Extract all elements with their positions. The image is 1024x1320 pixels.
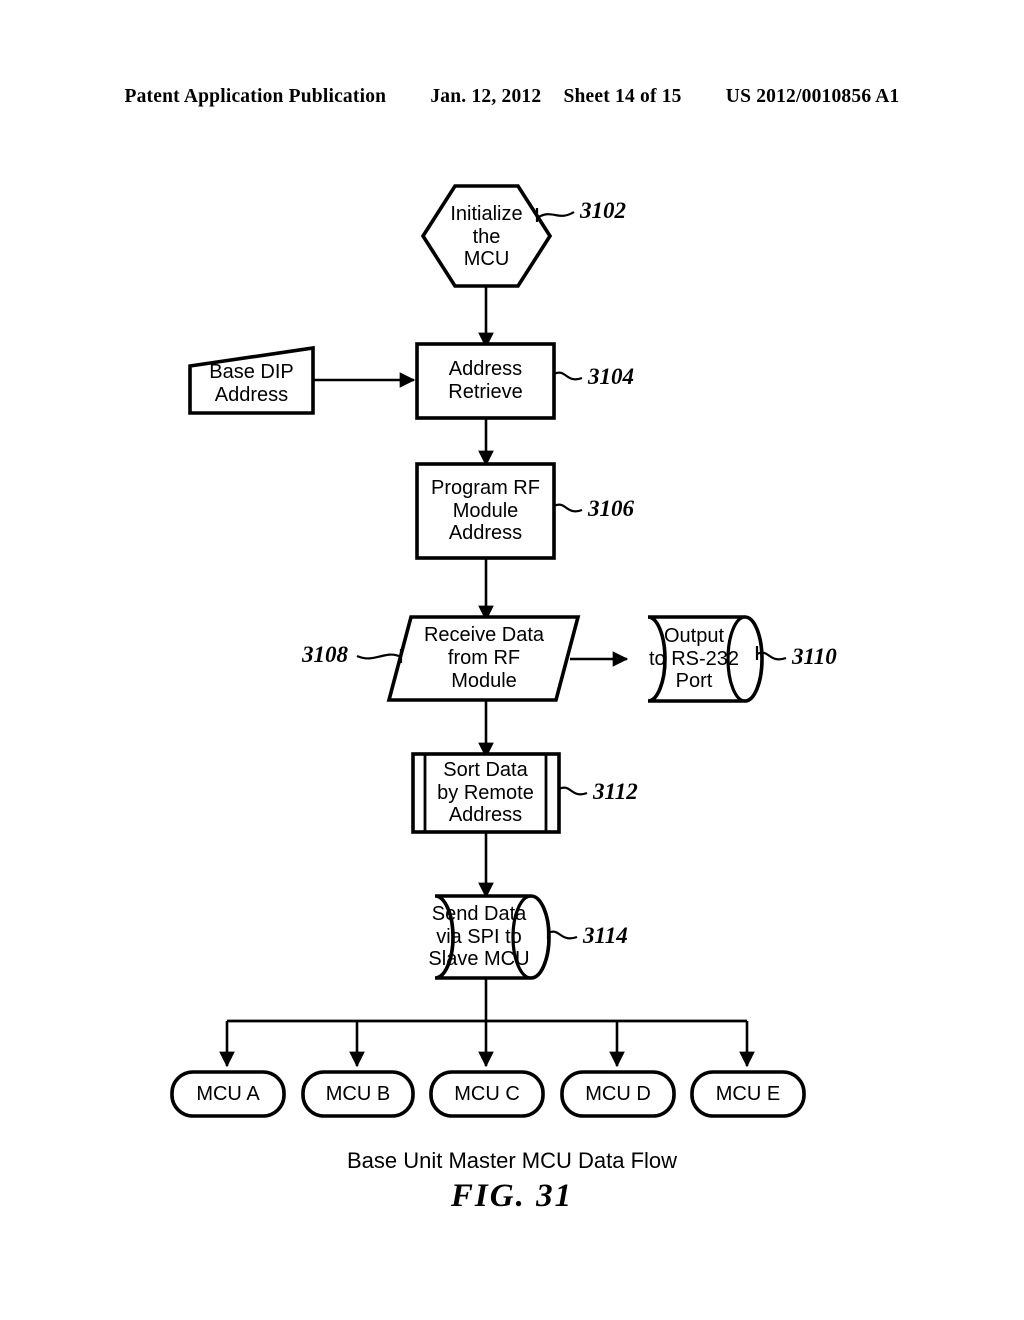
leader-line-3114 [547, 930, 578, 940]
ref-numeral-3102: 3102 [580, 198, 626, 223]
leader-line-3112 [558, 786, 588, 796]
node-shape-sort-data-by-remote-address [411, 752, 561, 834]
ref-numeral-3112: 3112 [593, 779, 638, 804]
node-shape-mcu-b [301, 1070, 415, 1118]
ref-numeral-3114: 3114 [583, 923, 628, 948]
node-shape-address-retrieve [415, 342, 556, 420]
node-shape-base-dip-address [188, 345, 315, 415]
node-shape-send-data-via-spi [434, 894, 551, 980]
ref-numeral-3104: 3104 [588, 364, 634, 389]
node-shape-output-rs232-port [647, 615, 764, 703]
node-shape-mcu-c [429, 1070, 545, 1118]
node-shape-program-rf-module-address [415, 462, 556, 560]
node-shape-mcu-e [690, 1070, 806, 1118]
figure-number-label: FIG. 31 [450, 1178, 574, 1214]
leader-line-3104 [553, 371, 583, 381]
flowchart-drawing [170, 184, 806, 1118]
node-shape-mcu-d [560, 1070, 676, 1118]
leader-line-3108 [356, 653, 402, 660]
node-shape-initialize [420, 184, 553, 288]
ref-numeral-3108: 3108 [302, 642, 348, 667]
figure-caption-title: Base Unit Master MCU Data Flow [346, 1148, 678, 1173]
patent-figure-page: Patent Application Publication Jan. 12, … [0, 0, 1024, 1320]
leader-line-3102 [536, 211, 575, 219]
ref-numeral-3110: 3110 [792, 644, 837, 669]
node-shape-receive-data-from-rf-module [386, 615, 581, 702]
leader-line-3106 [553, 503, 583, 513]
ref-numeral-3106: 3106 [588, 496, 634, 521]
node-shape-mcu-a [170, 1070, 286, 1118]
